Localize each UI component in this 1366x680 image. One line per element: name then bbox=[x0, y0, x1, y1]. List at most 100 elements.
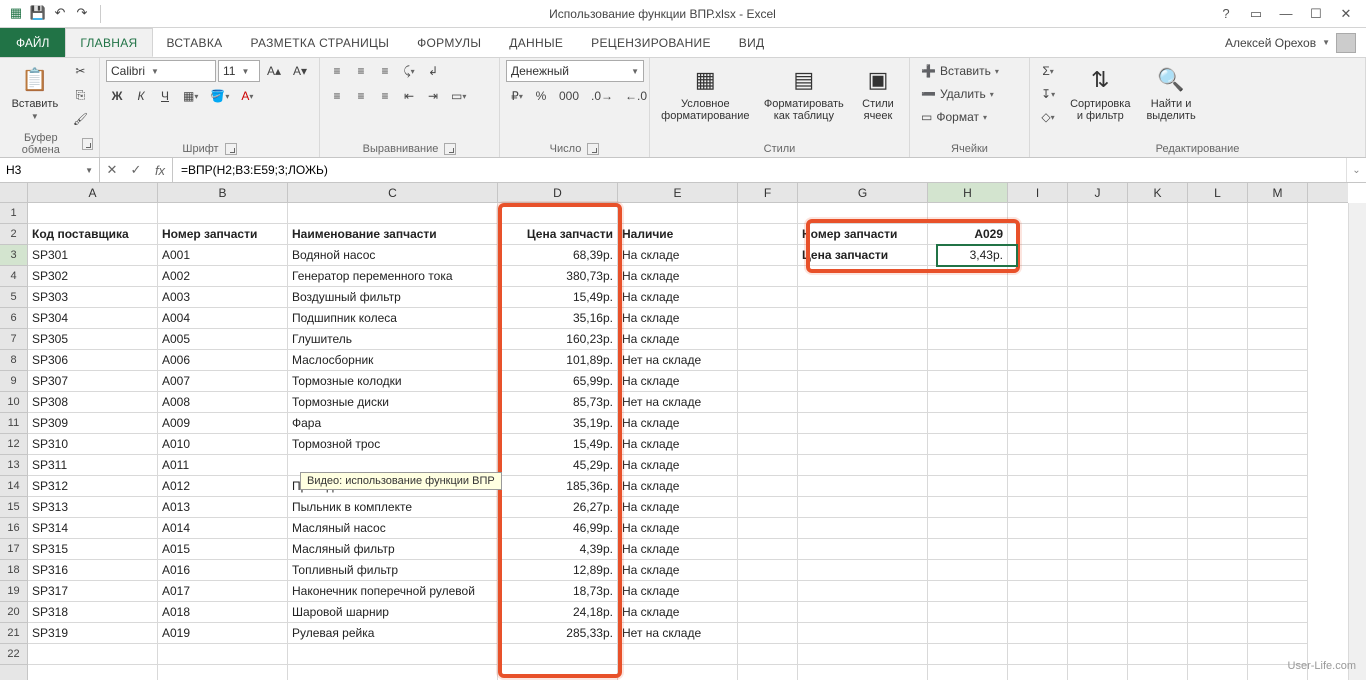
cell[interactable] bbox=[798, 623, 928, 644]
border-icon[interactable]: ▦▾ bbox=[178, 85, 203, 107]
cell[interactable]: 68,39р. bbox=[498, 245, 618, 266]
cell[interactable] bbox=[738, 665, 798, 680]
maximize-icon[interactable]: ☐ bbox=[1302, 4, 1330, 24]
cell[interactable] bbox=[798, 539, 928, 560]
cell[interactable]: A001 bbox=[158, 245, 288, 266]
cell[interactable] bbox=[1068, 581, 1128, 602]
cell[interactable] bbox=[1128, 287, 1188, 308]
select-all-corner[interactable] bbox=[0, 183, 28, 203]
cell[interactable]: 15,49р. bbox=[498, 287, 618, 308]
cell[interactable]: 3,43р. bbox=[928, 245, 1008, 266]
comma-icon[interactable]: 000 bbox=[554, 85, 584, 107]
cell[interactable] bbox=[928, 434, 1008, 455]
cell[interactable] bbox=[1188, 266, 1248, 287]
cell[interactable] bbox=[738, 623, 798, 644]
cell[interactable]: Пыльник в комплекте bbox=[288, 497, 498, 518]
cell[interactable] bbox=[498, 644, 618, 665]
decrease-decimal-icon[interactable]: ←.0 bbox=[620, 85, 652, 107]
cell[interactable]: На складе bbox=[618, 497, 738, 518]
cell[interactable] bbox=[1248, 203, 1308, 224]
cell[interactable]: SP308 bbox=[28, 392, 158, 413]
ribbon-options-icon[interactable]: ▭ bbox=[1242, 4, 1270, 24]
row-header-16[interactable]: 16 bbox=[0, 518, 27, 539]
cell[interactable] bbox=[1128, 308, 1188, 329]
cell[interactable] bbox=[1188, 392, 1248, 413]
vertical-scrollbar[interactable] bbox=[1348, 203, 1366, 680]
cells-area[interactable]: Код поставщикаНомер запчастиНаименование… bbox=[28, 203, 1348, 680]
cell[interactable] bbox=[1188, 287, 1248, 308]
cell[interactable] bbox=[928, 497, 1008, 518]
cell[interactable] bbox=[1068, 266, 1128, 287]
row-header-22[interactable]: 22 bbox=[0, 644, 27, 665]
row-header-2[interactable]: 2 bbox=[0, 224, 27, 245]
delete-cells-button[interactable]: ➖Удалить▾ bbox=[916, 83, 999, 105]
cell[interactable] bbox=[1248, 413, 1308, 434]
cell[interactable] bbox=[738, 371, 798, 392]
cell[interactable]: A004 bbox=[158, 308, 288, 329]
cell[interactable]: Подшипник колеса bbox=[288, 308, 498, 329]
cell[interactable] bbox=[1188, 329, 1248, 350]
row-header-19[interactable]: 19 bbox=[0, 581, 27, 602]
cell[interactable] bbox=[1128, 413, 1188, 434]
cell[interactable] bbox=[738, 287, 798, 308]
cell[interactable]: На складе bbox=[618, 287, 738, 308]
cell[interactable]: На складе bbox=[618, 539, 738, 560]
cell[interactable] bbox=[618, 665, 738, 680]
cell[interactable] bbox=[618, 203, 738, 224]
format-cells-button[interactable]: ▭Формат▾ bbox=[916, 106, 992, 128]
align-right-icon[interactable]: ≡ bbox=[374, 85, 396, 107]
cell[interactable] bbox=[928, 413, 1008, 434]
cell[interactable] bbox=[928, 203, 1008, 224]
cell[interactable] bbox=[1188, 245, 1248, 266]
cell[interactable] bbox=[928, 644, 1008, 665]
cell[interactable]: SP302 bbox=[28, 266, 158, 287]
cell[interactable] bbox=[1248, 266, 1308, 287]
cell[interactable] bbox=[798, 308, 928, 329]
cell[interactable]: SP304 bbox=[28, 308, 158, 329]
cell[interactable] bbox=[928, 539, 1008, 560]
cell[interactable] bbox=[1068, 413, 1128, 434]
cell[interactable] bbox=[28, 644, 158, 665]
cell[interactable] bbox=[1068, 308, 1128, 329]
column-header-L[interactable]: L bbox=[1188, 183, 1248, 202]
cell[interactable] bbox=[738, 224, 798, 245]
cell[interactable] bbox=[1188, 434, 1248, 455]
cell[interactable]: 12,89р. bbox=[498, 560, 618, 581]
cell[interactable] bbox=[1248, 329, 1308, 350]
cell[interactable] bbox=[798, 497, 928, 518]
row-header-21[interactable]: 21 bbox=[0, 623, 27, 644]
cut-icon[interactable]: ✂ bbox=[68, 60, 93, 82]
cell[interactable] bbox=[928, 308, 1008, 329]
row-header-15[interactable]: 15 bbox=[0, 497, 27, 518]
cell[interactable]: На складе bbox=[618, 371, 738, 392]
cancel-formula-icon[interactable]: ✕ bbox=[100, 162, 124, 178]
cell[interactable] bbox=[738, 350, 798, 371]
cell[interactable] bbox=[1248, 497, 1308, 518]
cell[interactable] bbox=[738, 602, 798, 623]
insert-cells-button[interactable]: ➕Вставить▾ bbox=[916, 60, 1004, 82]
cell[interactable]: Наличие bbox=[618, 224, 738, 245]
minimize-icon[interactable]: — bbox=[1272, 4, 1300, 24]
expand-formula-icon[interactable]: ⌄ bbox=[1346, 158, 1366, 182]
cell[interactable] bbox=[288, 203, 498, 224]
cell[interactable] bbox=[738, 203, 798, 224]
cell[interactable] bbox=[1188, 476, 1248, 497]
cell[interactable] bbox=[1008, 266, 1068, 287]
undo-icon[interactable]: ↶ bbox=[52, 5, 68, 21]
row-header-3[interactable]: 3 bbox=[0, 245, 27, 266]
cell[interactable] bbox=[1188, 308, 1248, 329]
cell[interactable]: На складе bbox=[618, 308, 738, 329]
conditional-formatting-button[interactable]: ▦Условное форматирование bbox=[656, 60, 755, 126]
cell[interactable] bbox=[738, 392, 798, 413]
row-header-14[interactable]: 14 bbox=[0, 476, 27, 497]
fill-color-icon[interactable]: 🪣▾ bbox=[205, 85, 234, 107]
cell[interactable] bbox=[1128, 665, 1188, 680]
cell[interactable] bbox=[1128, 329, 1188, 350]
cell[interactable] bbox=[1068, 665, 1128, 680]
tab-review[interactable]: РЕЦЕНЗИРОВАНИЕ bbox=[577, 28, 725, 57]
save-icon[interactable]: 💾 bbox=[30, 5, 46, 21]
row-header-9[interactable]: 9 bbox=[0, 371, 27, 392]
tab-file[interactable]: ФАЙЛ bbox=[0, 28, 65, 57]
cell[interactable] bbox=[1188, 560, 1248, 581]
cell[interactable]: SP314 bbox=[28, 518, 158, 539]
